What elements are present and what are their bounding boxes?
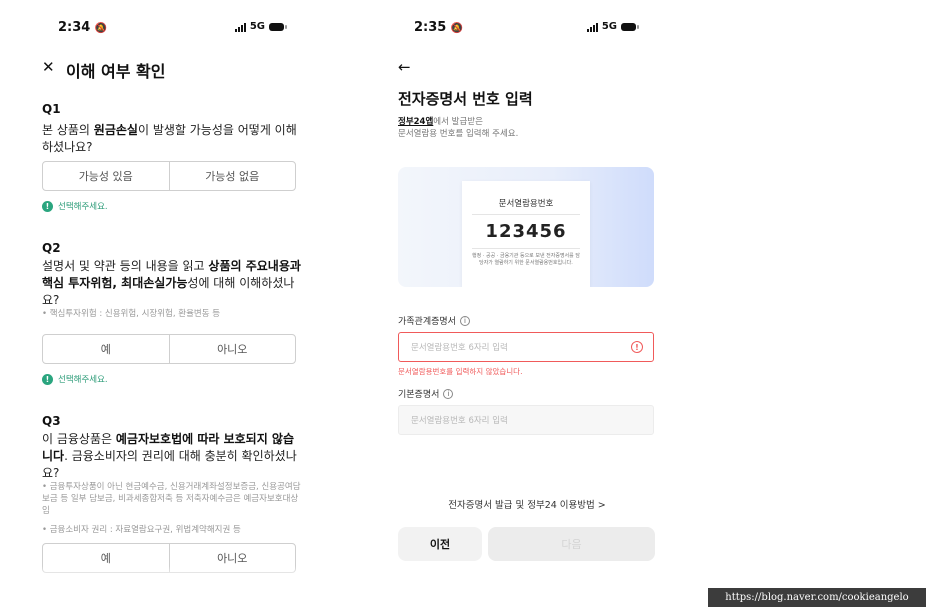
- watermark: https://blog.naver.com/cookieangelo: [708, 588, 926, 607]
- q2-hint: ! 선택해주세요.: [42, 373, 108, 385]
- status-time: 2:35 🔕: [414, 20, 464, 35]
- close-icon[interactable]: ✕: [42, 58, 55, 76]
- bell-icon: 🔕: [450, 23, 464, 34]
- status-indicators: 5G: [586, 21, 639, 32]
- q2-option-no[interactable]: 아니오: [168, 335, 296, 363]
- info-icon[interactable]: i: [459, 315, 470, 326]
- signal-icon: [234, 22, 246, 32]
- help-link[interactable]: 전자증명서 발급 및 정부24 이용방법 >: [384, 497, 670, 511]
- signal-icon: [586, 22, 598, 32]
- left-screen: 2:34 🔕 5G ✕ 이해 여부 확인 Q1 본 상품의 원금손실이 발생할 …: [28, 0, 318, 580]
- field2-placeholder: 문서열람용번호 6자리 입력: [411, 416, 508, 426]
- q2-note: • 핵심투자위험 : 신용위험, 시장위험, 환율변동 등: [42, 309, 221, 319]
- bell-icon: 🔕: [94, 23, 108, 34]
- right-screen: 2:35 🔕 5G ← 전자증명서 번호 입력 정부24앱에서 발급받은 문서열…: [384, 0, 670, 592]
- ticket-number: 123456: [485, 221, 567, 242]
- q1-options: 가능성 있음 가능성 없음: [42, 161, 296, 191]
- field1-error: 문서열람용번호를 입력하지 않았습니다.: [398, 367, 523, 376]
- back-arrow-icon[interactable]: ←: [398, 58, 411, 76]
- q3-note-deposit: • 금융투자상품이 아닌 현금예수금, 신용거래계좌설정보증금, 신용공여담보금…: [42, 482, 301, 516]
- page-title: 이해 여부 확인: [66, 62, 166, 81]
- q1-hint: ! 선택해주세요.: [42, 200, 108, 212]
- status-indicators: 5G: [234, 21, 287, 32]
- q3-question: 이 금융상품은 예금자보호법에 따라 보호되지 않습니다. 금융소비자의 권리에…: [42, 432, 297, 480]
- subtitle: 정부24앱에서 발급받은 문서열람용 번호를 입력해 주세요.: [398, 117, 519, 139]
- scroll-fade: [28, 566, 318, 580]
- field1-placeholder: 문서열람용번호 6자리 입력: [411, 343, 508, 353]
- network-label: 5G: [249, 21, 265, 32]
- family-cert-input[interactable]: 문서열람용번호 6자리 입력 !: [398, 332, 654, 362]
- next-button[interactable]: 다음: [488, 527, 655, 561]
- check-hint-icon: !: [42, 373, 53, 385]
- gov24-app-link[interactable]: 정부24앱: [398, 117, 433, 127]
- prev-button[interactable]: 이전: [398, 527, 482, 561]
- basic-cert-input[interactable]: 문서열람용번호 6자리 입력: [398, 405, 654, 435]
- q3-note-rights: • 금융소비자 권리 : 자료열람요구권, 위법계약해지권 등: [42, 525, 241, 535]
- status-time: 2:34 🔕: [58, 20, 108, 35]
- error-icon: !: [631, 341, 643, 353]
- illustration-card: 문서열람용번호 123456 행정 · 공공 · 금융기관 등으로 보낸 전자증…: [398, 167, 654, 287]
- check-hint-icon: !: [42, 200, 53, 212]
- ticket-illustration: 문서열람용번호 123456 행정 · 공공 · 금융기관 등으로 보낸 전자증…: [462, 181, 590, 287]
- q1-option-no[interactable]: 가능성 없음: [168, 162, 296, 190]
- battery-icon: [269, 22, 287, 31]
- ticket-title: 문서열람용번호: [498, 199, 554, 209]
- page-title: 전자증명서 번호 입력: [398, 90, 533, 108]
- q2-label: Q2: [42, 241, 61, 255]
- battery-icon: [621, 22, 639, 31]
- q1-label: Q1: [42, 102, 61, 116]
- status-bar: 2:34 🔕 5G: [28, 20, 318, 42]
- q2-options: 예 아니오: [42, 334, 296, 364]
- ticket-description: 행정 · 공공 · 금융기관 등으로 보낸 전자증명서를 담당자가 열람하기 위…: [472, 253, 580, 266]
- q3-label: Q3: [42, 414, 61, 428]
- q1-question: 본 상품의 원금손실이 발생할 가능성을 어떻게 이해하셨나요?: [42, 123, 297, 154]
- q2-question: 설명서 및 약관 등의 내용을 읽고 상품의 주요내용과 핵심 투자위험, 최대…: [42, 259, 301, 307]
- q2-option-yes[interactable]: 예: [43, 335, 169, 363]
- field2-label: 기본증명서 i: [398, 387, 454, 400]
- status-bar: 2:35 🔕 5G: [384, 20, 670, 42]
- network-label: 5G: [601, 21, 617, 32]
- info-icon[interactable]: i: [443, 388, 454, 399]
- field1-label: 가족관계증명서 i: [398, 314, 470, 327]
- q1-option-yes[interactable]: 가능성 있음: [43, 162, 169, 190]
